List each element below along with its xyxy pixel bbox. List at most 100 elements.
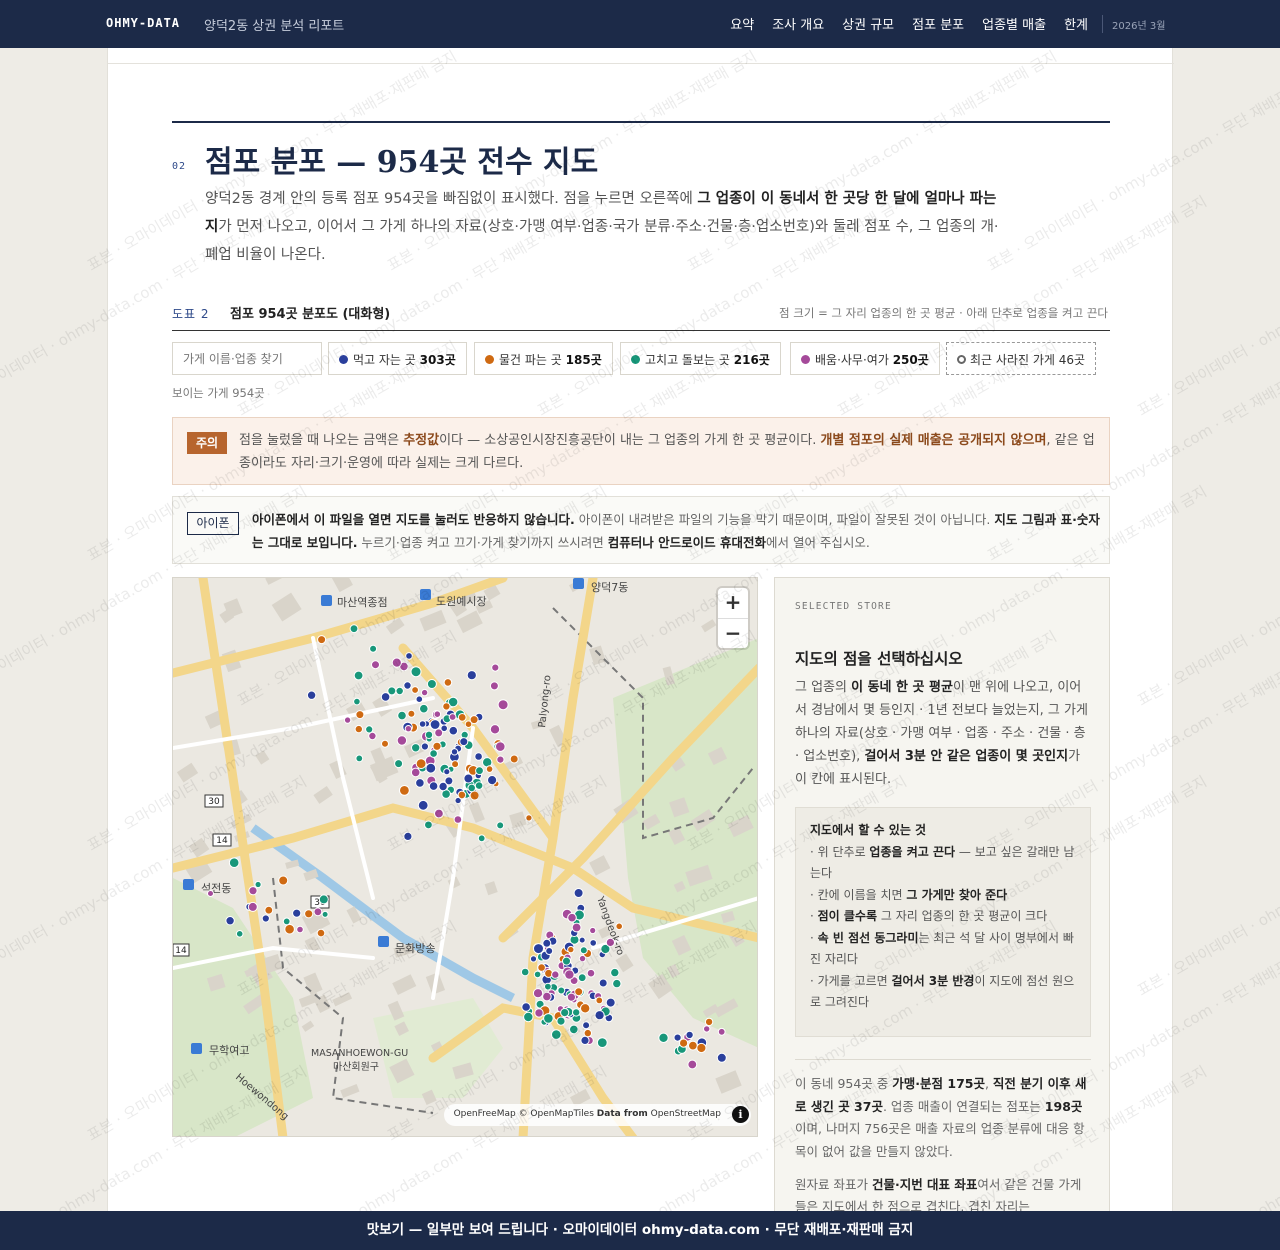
store-dot[interactable] bbox=[496, 755, 505, 764]
store-dot[interactable] bbox=[577, 973, 587, 983]
nav-item-summary[interactable]: 요약 bbox=[730, 14, 754, 33]
store-dot[interactable] bbox=[415, 778, 425, 788]
store-dot[interactable] bbox=[489, 681, 499, 691]
store-dot[interactable] bbox=[284, 923, 295, 935]
store-dot[interactable] bbox=[404, 725, 413, 733]
store-dot[interactable] bbox=[459, 737, 469, 747]
filter-chip-retail[interactable]: 물건 파는 곳 185곳 bbox=[474, 342, 613, 375]
store-dot[interactable] bbox=[394, 759, 404, 769]
store-dot[interactable] bbox=[235, 930, 244, 938]
store-dot[interactable] bbox=[381, 739, 389, 748]
store-dot[interactable] bbox=[523, 1011, 534, 1023]
store-map[interactable]: 30 14 30 14 마산역종점 도원예시장 양덕7동 Palyong-ro … bbox=[172, 577, 758, 1137]
store-dot[interactable] bbox=[544, 982, 552, 991]
store-dot[interactable] bbox=[282, 917, 291, 926]
store-dot[interactable] bbox=[420, 688, 429, 697]
store-dot[interactable] bbox=[474, 781, 484, 790]
store-dot[interactable] bbox=[448, 725, 459, 736]
store-dot[interactable] bbox=[594, 1010, 605, 1021]
store-dot[interactable] bbox=[580, 1003, 591, 1014]
store-dot[interactable] bbox=[567, 945, 575, 954]
store-dot[interactable] bbox=[429, 749, 438, 758]
store-dot[interactable] bbox=[410, 767, 421, 778]
store-dot[interactable] bbox=[418, 720, 427, 728]
store-dot[interactable] bbox=[365, 725, 374, 734]
store-dot[interactable] bbox=[292, 908, 302, 918]
store-dot[interactable] bbox=[534, 1008, 544, 1018]
store-dot[interactable] bbox=[596, 1037, 608, 1049]
store-dot[interactable] bbox=[477, 834, 486, 843]
store-dot[interactable] bbox=[318, 894, 329, 905]
store-dot[interactable] bbox=[313, 907, 323, 917]
store-dot[interactable] bbox=[428, 781, 439, 791]
store-dot[interactable] bbox=[572, 1008, 581, 1017]
store-dot[interactable] bbox=[679, 1038, 689, 1048]
store-dot[interactable] bbox=[442, 702, 451, 711]
store-dot[interactable] bbox=[595, 996, 604, 1005]
store-dot[interactable] bbox=[586, 968, 596, 978]
store-dot[interactable] bbox=[578, 954, 587, 963]
store-dot[interactable] bbox=[574, 987, 584, 997]
store-dot[interactable] bbox=[410, 666, 422, 678]
store-dot[interactable] bbox=[704, 1017, 714, 1027]
zoom-in-button[interactable]: + bbox=[718, 588, 748, 618]
store-dot[interactable] bbox=[466, 670, 477, 681]
store-dot[interactable] bbox=[583, 1028, 592, 1038]
store-dot[interactable] bbox=[497, 699, 509, 711]
store-dot[interactable] bbox=[469, 790, 480, 801]
store-dot[interactable] bbox=[417, 799, 429, 811]
store-dot[interactable] bbox=[551, 970, 560, 979]
nav-item-sales[interactable]: 업종별 매출 bbox=[982, 14, 1046, 33]
brand-logo[interactable]: OHMY-DATA bbox=[106, 16, 180, 30]
store-dot[interactable] bbox=[453, 815, 463, 824]
store-dot[interactable] bbox=[343, 716, 352, 724]
info-icon[interactable]: i bbox=[732, 1106, 749, 1123]
store-dot[interactable] bbox=[355, 710, 365, 720]
store-dot[interactable] bbox=[491, 663, 500, 672]
store-dot[interactable] bbox=[443, 678, 453, 687]
nav-item-limits[interactable]: 한계 bbox=[1064, 14, 1088, 33]
store-dot[interactable] bbox=[278, 875, 289, 886]
store-dot[interactable] bbox=[432, 741, 442, 751]
store-dot[interactable] bbox=[207, 890, 214, 897]
store-dot[interactable] bbox=[397, 710, 407, 721]
store-dot[interactable] bbox=[487, 775, 498, 786]
store-dot[interactable] bbox=[533, 970, 542, 979]
store-dot[interactable] bbox=[542, 938, 552, 948]
store-dot[interactable] bbox=[580, 1035, 590, 1045]
store-dot[interactable] bbox=[407, 709, 416, 718]
store-dot[interactable] bbox=[467, 783, 477, 793]
nav-item-survey[interactable]: 조사 개요 bbox=[772, 14, 824, 33]
store-dot[interactable] bbox=[566, 992, 576, 1002]
store-dot[interactable] bbox=[448, 713, 457, 721]
nav-item-distribution[interactable]: 점포 분포 bbox=[912, 14, 964, 33]
store-dot[interactable] bbox=[425, 762, 437, 774]
store-dot[interactable] bbox=[605, 937, 615, 947]
store-dot[interactable] bbox=[369, 644, 378, 653]
store-dot[interactable] bbox=[556, 1016, 566, 1026]
store-dot[interactable] bbox=[457, 713, 467, 722]
store-dot[interactable] bbox=[391, 657, 402, 668]
store-dot[interactable] bbox=[520, 967, 530, 977]
store-dot[interactable] bbox=[598, 978, 608, 988]
store-dot[interactable] bbox=[396, 735, 408, 746]
store-dot[interactable] bbox=[415, 695, 424, 703]
store-dot[interactable] bbox=[434, 808, 444, 819]
filter-chip-food-lodging[interactable]: 먹고 자는 곳 303곳 bbox=[328, 342, 467, 375]
store-dot[interactable] bbox=[438, 781, 448, 792]
store-dot[interactable] bbox=[420, 742, 429, 751]
store-dot[interactable] bbox=[296, 925, 304, 934]
store-dot[interactable] bbox=[612, 978, 622, 989]
store-dot[interactable] bbox=[247, 901, 258, 912]
store-dot[interactable] bbox=[424, 820, 433, 830]
store-dot[interactable] bbox=[610, 967, 620, 978]
store-dot[interactable] bbox=[658, 1032, 669, 1043]
store-dot[interactable] bbox=[248, 886, 258, 896]
store-dot[interactable] bbox=[582, 1021, 591, 1030]
store-dot[interactable] bbox=[532, 988, 544, 999]
store-dot[interactable] bbox=[450, 748, 459, 756]
store-dot[interactable] bbox=[688, 1040, 698, 1051]
store-dot[interactable] bbox=[426, 679, 437, 689]
store-dot[interactable] bbox=[543, 1013, 554, 1024]
store-dot[interactable] bbox=[529, 955, 538, 963]
